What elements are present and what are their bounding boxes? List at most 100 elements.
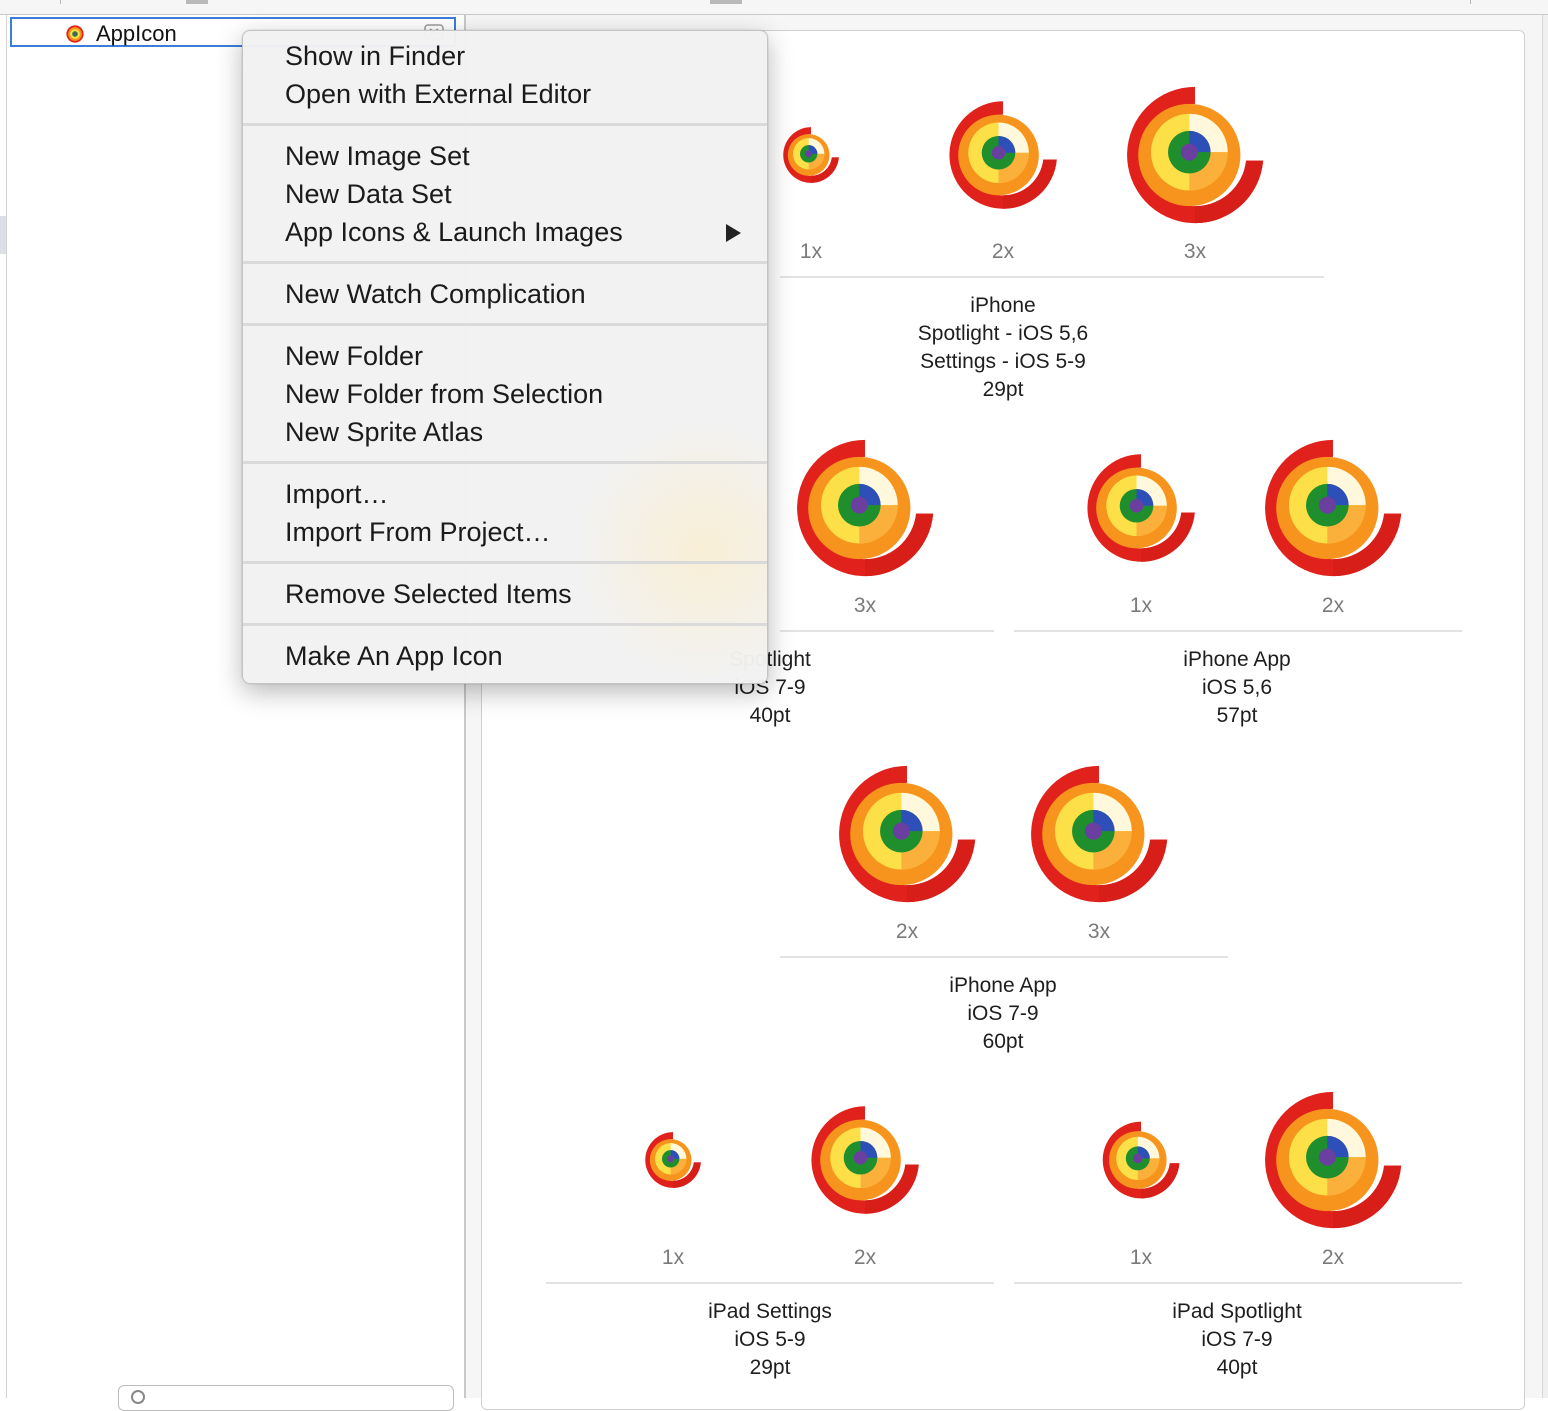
icon-slot[interactable] <box>932 84 1074 226</box>
menu-item-remove-selected-items[interactable]: Remove Selected Items <box>243 575 767 613</box>
menu-item-new-sprite-atlas[interactable]: New Sprite Atlas <box>243 413 767 451</box>
menu-item-import[interactable]: Import… <box>243 475 767 513</box>
toolbar-control[interactable] <box>186 0 208 4</box>
icon-group-title: iPad Spotlight iOS 7-9 40pt <box>1077 1298 1397 1382</box>
group-divider <box>780 276 1324 278</box>
icon-group-title: iPad Settings iOS 5-9 29pt <box>610 1298 930 1382</box>
search-icon <box>131 1390 145 1404</box>
icon-group-title: iPhone App iOS 5,6 57pt <box>1077 646 1397 730</box>
menu-item-label: Import From Project… <box>285 517 551 547</box>
menu-item-show-in-finder[interactable]: Show in Finder <box>243 37 767 75</box>
menu-separator <box>243 261 767 264</box>
icon-group-title-line: iPad Settings <box>708 1300 832 1323</box>
menu-item-label: New Sprite Atlas <box>285 417 484 447</box>
menu-item-label: Import… <box>285 479 389 509</box>
navigator-edge <box>6 15 7 1398</box>
menu-separator <box>243 623 767 626</box>
menu-item-label: Make An App Icon <box>285 641 503 671</box>
icon-group-title-line: iOS 5,6 <box>1201 676 1273 699</box>
app-icon-image <box>1087 454 1195 562</box>
menu-separator <box>243 123 767 126</box>
menu-item-new-data-set[interactable]: New Data Set <box>243 175 767 213</box>
menu-separator <box>243 323 767 326</box>
toolbar-divider <box>60 0 61 4</box>
navigator-gutter-marker <box>0 216 6 254</box>
group-divider <box>780 630 994 632</box>
menu-item-label: Remove Selected Items <box>285 579 572 609</box>
scale-label: 1x <box>1129 594 1153 617</box>
scale-label: 2x <box>1321 1246 1345 1269</box>
menu-separator <box>243 561 767 564</box>
icon-slot[interactable] <box>602 1089 744 1231</box>
icon-group-title-line: Spotlight - iOS 5,6 <box>917 322 1089 345</box>
menu-item-open-with-external-editor[interactable]: Open with External Editor <box>243 75 767 113</box>
app-icon-image <box>645 1132 701 1188</box>
menu-item-label: Show in Finder <box>285 41 466 71</box>
scale-label: 1x <box>799 240 823 263</box>
icon-group-title-line: iOS 7-9 <box>1201 1328 1273 1351</box>
icon-group-title: iPhone Spotlight - iOS 5,6 Settings - iOS … <box>843 292 1163 404</box>
scale-label: 2x <box>991 240 1015 263</box>
icon-group-title-line: iPhone App <box>949 974 1057 997</box>
menu-item-label: New Data Set <box>285 179 452 209</box>
menu-item-label: New Folder <box>285 341 424 371</box>
icon-slot[interactable] <box>1070 1089 1212 1231</box>
scale-label: 3x <box>853 594 877 617</box>
submenu-arrow-icon <box>726 224 741 242</box>
app-icon-image <box>797 439 934 577</box>
app-icon-image <box>1265 1091 1402 1229</box>
icon-group-title-line: iPhone App <box>1183 648 1291 671</box>
menu-item-import-from-project[interactable]: Import From Project… <box>243 513 767 551</box>
icon-slot[interactable] <box>1262 1089 1404 1231</box>
icon-group-title-line: iPhone <box>970 294 1036 317</box>
icon-group-title-line: Settings - iOS 5-9 <box>920 350 1086 373</box>
app-icon-image <box>811 1106 919 1214</box>
menu-item-label: New Folder from Selection <box>285 379 604 409</box>
group-divider <box>1014 630 1462 632</box>
menu-item-app-icons-launch-images[interactable]: App Icons & Launch Images <box>243 213 767 251</box>
icon-group-title-line: 57pt <box>1216 704 1258 727</box>
app-icon-image <box>839 765 976 903</box>
app-icon-image <box>949 101 1057 209</box>
navigator-filter-field[interactable] <box>118 1385 454 1411</box>
group-divider <box>546 1282 994 1284</box>
icon-group-title: iPhone App iOS 7-9 60pt <box>843 972 1163 1056</box>
menu-item-new-folder-from-selection[interactable]: New Folder from Selection <box>243 375 767 413</box>
icon-group-title-line: 40pt <box>749 704 791 727</box>
group-divider <box>1014 1282 1462 1284</box>
icon-slot[interactable] <box>1070 437 1212 579</box>
icon-slot[interactable] <box>794 437 936 579</box>
icon-slot[interactable] <box>1028 763 1170 905</box>
icon-slot[interactable] <box>1262 437 1404 579</box>
menu-item-make-an-app-icon[interactable]: Make An App Icon <box>243 637 767 675</box>
scale-label: 3x <box>1183 240 1207 263</box>
icon-group-title-line: 29pt <box>982 378 1024 401</box>
menu-item-new-watch-complication[interactable]: New Watch Complication <box>243 275 767 313</box>
menu-item-new-folder[interactable]: New Folder <box>243 337 767 375</box>
top-toolbar-strip <box>0 0 1548 15</box>
scale-label: 2x <box>853 1246 877 1269</box>
app-icon-image <box>1102 1121 1180 1199</box>
scale-label: 2x <box>895 920 919 943</box>
scale-label: 1x <box>1129 1246 1153 1269</box>
icon-group-title-line: iPad Spotlight <box>1172 1300 1302 1323</box>
icon-group-title-line: 29pt <box>749 1356 791 1379</box>
menu-item-new-image-set[interactable]: New Image Set <box>243 137 767 175</box>
app-icon-image <box>1127 86 1264 224</box>
menu-item-label: Open with External Editor <box>285 79 592 109</box>
app-icon-image <box>1265 439 1402 577</box>
icon-group-title-line: iOS 7-9 <box>967 1002 1039 1025</box>
icon-group-title-line: 60pt <box>982 1030 1024 1053</box>
icon-slot[interactable] <box>794 1089 936 1231</box>
menu-separator <box>243 461 767 464</box>
group-divider <box>780 956 1228 958</box>
menu-item-label: New Image Set <box>285 141 470 171</box>
toolbar-control[interactable] <box>710 0 742 4</box>
menu-item-label: App Icons & Launch Images <box>285 217 623 247</box>
icon-slot[interactable] <box>1124 84 1266 226</box>
editor-scroll-edge <box>1542 15 1548 1398</box>
scale-label: 1x <box>661 1246 685 1269</box>
app-icon-image <box>783 127 839 183</box>
scale-label: 3x <box>1087 920 1111 943</box>
icon-slot[interactable] <box>836 763 978 905</box>
